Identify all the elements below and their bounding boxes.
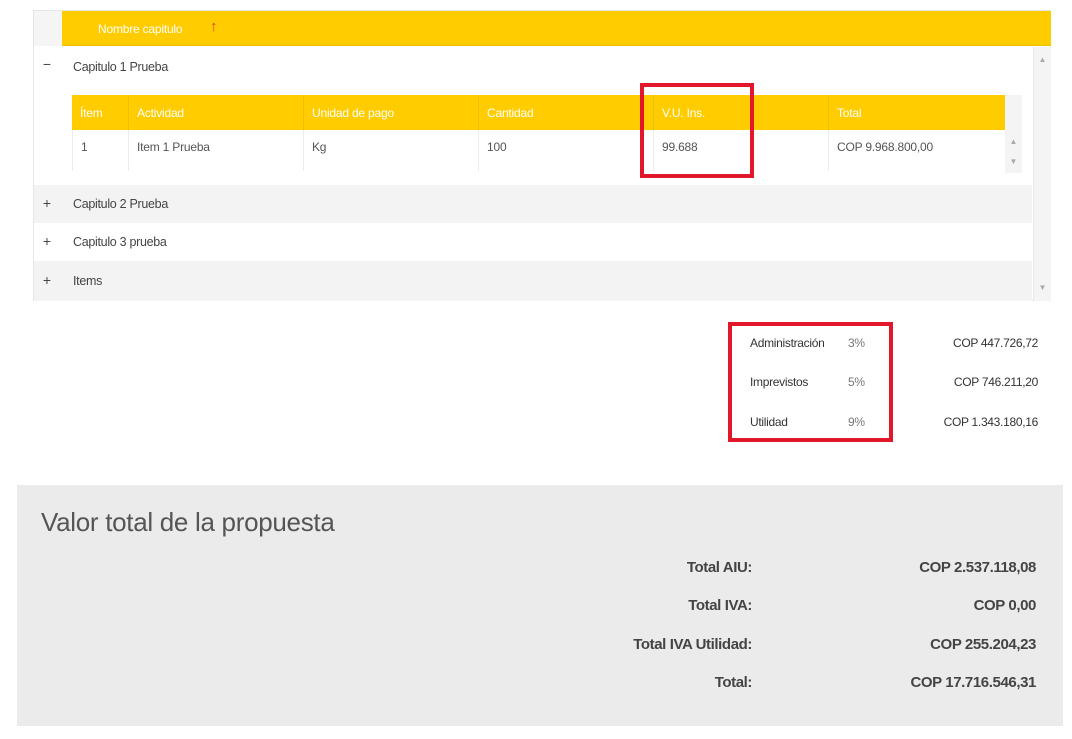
grid-scrollbar[interactable]: ▲ ▼ <box>1033 47 1051 301</box>
chapter-row-3[interactable]: + Capitulo 3 prueba <box>34 223 1032 261</box>
table-row[interactable]: 1 Item 1 Prueba Kg 100 99.688 COP 9.968.… <box>72 130 1005 171</box>
total-value: COP 17.716.546,31 <box>910 674 1036 691</box>
total-aiu-value: COP 2.537.118,08 <box>919 559 1036 576</box>
col-actividad[interactable]: Actividad <box>128 95 303 130</box>
detail-scrollbar[interactable]: ▲ ▼ <box>1005 95 1022 173</box>
totals-panel: Valor total de la propuesta Total AIU: C… <box>17 485 1063 726</box>
cell-item: 1 <box>72 130 128 171</box>
highlight-box-vu <box>640 83 754 178</box>
scroll-up-icon[interactable]: ▲ <box>1034 55 1051 64</box>
col-unidad-de-pago[interactable]: Unidad de pago <box>303 95 478 130</box>
aiu-value-imprevistos: COP 746.211,20 <box>953 375 1038 389</box>
cell-unidad: Kg <box>303 130 478 171</box>
grid-header: Nombre capitulo ↑ <box>34 11 1051 46</box>
total-iva-utilidad-label: Total IVA Utilidad: <box>633 636 752 653</box>
collapse-icon[interactable]: − <box>40 56 54 72</box>
header-column-nombre-capitulo[interactable]: Nombre capitulo ↑ <box>62 11 1051 46</box>
chapters-grid: Nombre capitulo ↑ − Capitulo 1 Prueba Ít… <box>33 10 1051 301</box>
chapter-label: Capitulo 3 prueba <box>73 235 167 249</box>
chapter-label: Items <box>73 274 103 288</box>
chapter-row-4[interactable]: + Items <box>34 261 1032 301</box>
total-iva-utilidad-value: COP 255.204,23 <box>930 636 1036 653</box>
scroll-down-icon[interactable]: ▼ <box>1005 157 1022 166</box>
chapter-label: Capitulo 1 Prueba <box>73 60 168 74</box>
total-iva-label: Total IVA: <box>688 597 752 614</box>
highlight-box-aiu <box>728 322 893 442</box>
scroll-up-icon[interactable]: ▲ <box>1005 137 1022 146</box>
col-cantidad[interactable]: Cantidad <box>478 95 653 130</box>
arrow-up-icon[interactable]: ↑ <box>210 18 218 35</box>
col-item[interactable]: Ítem <box>72 95 128 130</box>
col-total[interactable]: Total <box>828 95 1005 130</box>
aiu-value-administracion: COP 447.726,72 <box>953 336 1038 350</box>
expand-icon[interactable]: + <box>40 195 54 211</box>
chapter-row-1[interactable]: − Capitulo 1 Prueba Ítem Actividad Unida… <box>34 47 1032 185</box>
grid-body: − Capitulo 1 Prueba Ítem Actividad Unida… <box>34 47 1032 301</box>
cell-cantidad: 100 <box>478 130 653 171</box>
scroll-down-icon[interactable]: ▼ <box>1034 283 1051 292</box>
expand-icon[interactable]: + <box>40 233 54 249</box>
chapter-label: Capitulo 2 Prueba <box>73 197 168 211</box>
cell-actividad: Item 1 Prueba <box>128 130 303 171</box>
aiu-value-utilidad: COP 1.343.180,16 <box>943 415 1039 429</box>
cell-total: COP 9.968.800,00 <box>828 130 1005 171</box>
totals-title: Valor total de la propuesta <box>41 507 335 537</box>
total-label: Total: <box>714 674 753 691</box>
header-label: Nombre capitulo <box>98 22 183 36</box>
total-aiu-label: Total AIU: <box>686 559 753 576</box>
total-iva-value: COP 0,00 <box>973 597 1037 614</box>
expand-icon[interactable]: + <box>40 272 54 288</box>
chapter-row-2[interactable]: + Capitulo 2 Prueba <box>34 185 1032 223</box>
detail-header: Ítem Actividad Unidad de pago Cantidad V… <box>72 95 1005 130</box>
detail-table: Ítem Actividad Unidad de pago Cantidad V… <box>72 95 1022 175</box>
